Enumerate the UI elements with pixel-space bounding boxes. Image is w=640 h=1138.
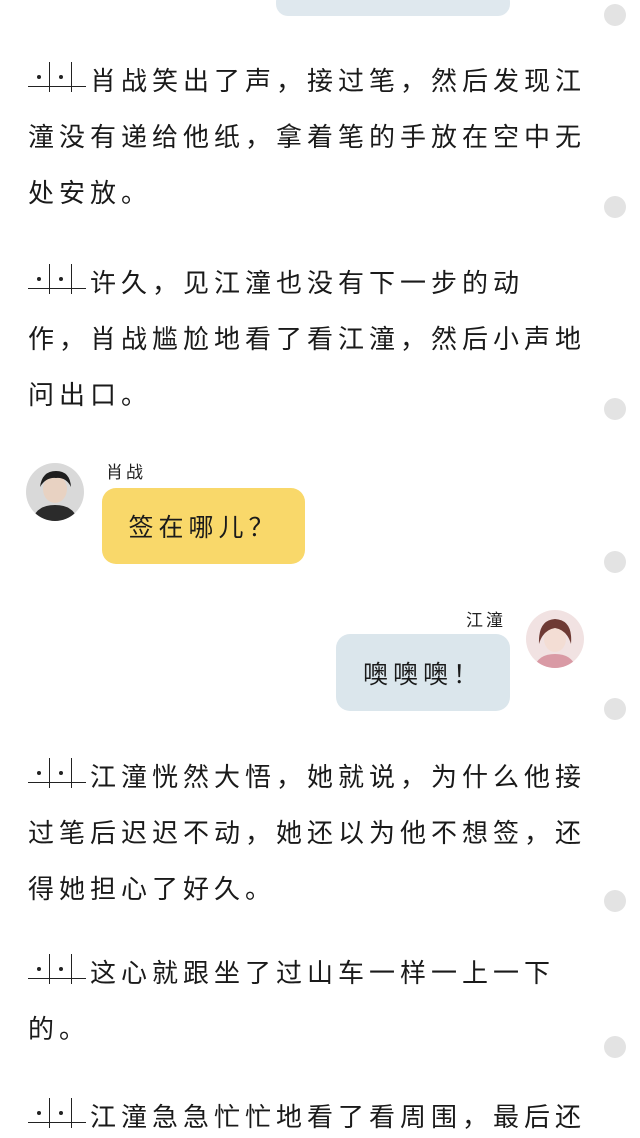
scroll-dot[interactable]	[604, 551, 626, 573]
paragraph-line: 的。	[28, 1015, 91, 1045]
paragraph-line: 问出口。	[28, 381, 153, 411]
chat-speaker-name: 肖战	[106, 463, 146, 483]
story-paragraph-2: 许久，见江潼也没有下一步的动 作，肖战尴尬地看了看江潼，然后小声地 问出口。	[28, 256, 588, 424]
story-paragraph-5: 江潼急急忙忙地看了看周围，最后还	[28, 1090, 588, 1138]
previous-chat-bubble	[276, 0, 510, 16]
paragraph-indent-mark-icon	[28, 1092, 86, 1128]
paragraph-line: 得她担心了好久。	[28, 875, 277, 905]
scroll-dot[interactable]	[604, 196, 626, 218]
paragraph-line: 江潼恍然大悟，她就说，为什么他接	[28, 750, 588, 806]
paragraph-line: 作，肖战尴尬地看了看江潼，然后小声地	[28, 325, 587, 355]
paragraph-line: 潼没有递给他纸，拿着笔的手放在空中无	[28, 123, 587, 153]
paragraph-indent-mark-icon	[28, 258, 86, 294]
paragraph-indent-mark-icon	[28, 56, 86, 92]
paragraph-line: 江潼急急忙忙地看了看周围，最后还	[28, 1090, 588, 1138]
chat-speaker-name: 江潼	[466, 611, 506, 631]
story-paragraph-3: 江潼恍然大悟，她就说，为什么他接 过笔后迟迟不动，她还以为他不想签，还 得她担心…	[28, 750, 588, 918]
paragraph-line: 肖战笑出了声，接过笔，然后发现江	[28, 54, 588, 110]
story-paragraph-1: 肖战笑出了声，接过笔，然后发现江 潼没有递给他纸，拿着笔的手放在空中无 处安放。	[28, 54, 588, 222]
scroll-dot[interactable]	[604, 4, 626, 26]
paragraph-line: 处安放。	[28, 179, 153, 209]
scroll-dot[interactable]	[604, 398, 626, 420]
female-avatar-icon[interactable]	[526, 610, 584, 668]
scroll-dot[interactable]	[604, 698, 626, 720]
story-paragraph-4: 这心就跟坐了过山车一样一上一下 的。	[28, 946, 588, 1058]
paragraph-line: 过笔后迟迟不动，她还以为他不想签，还	[28, 819, 587, 849]
paragraph-line: 许久，见江潼也没有下一步的动	[28, 256, 588, 312]
paragraph-indent-mark-icon	[28, 948, 86, 984]
scroll-dot[interactable]	[604, 890, 626, 912]
scroll-dot[interactable]	[604, 1036, 626, 1058]
paragraph-indent-mark-icon	[28, 752, 86, 788]
chat-bubble-right: 噢噢噢！	[336, 634, 510, 711]
paragraph-line: 这心就跟坐了过山车一样一上一下	[28, 946, 588, 1002]
chat-bubble-left: 签在哪儿？	[102, 488, 305, 564]
male-avatar-icon[interactable]	[26, 463, 84, 521]
